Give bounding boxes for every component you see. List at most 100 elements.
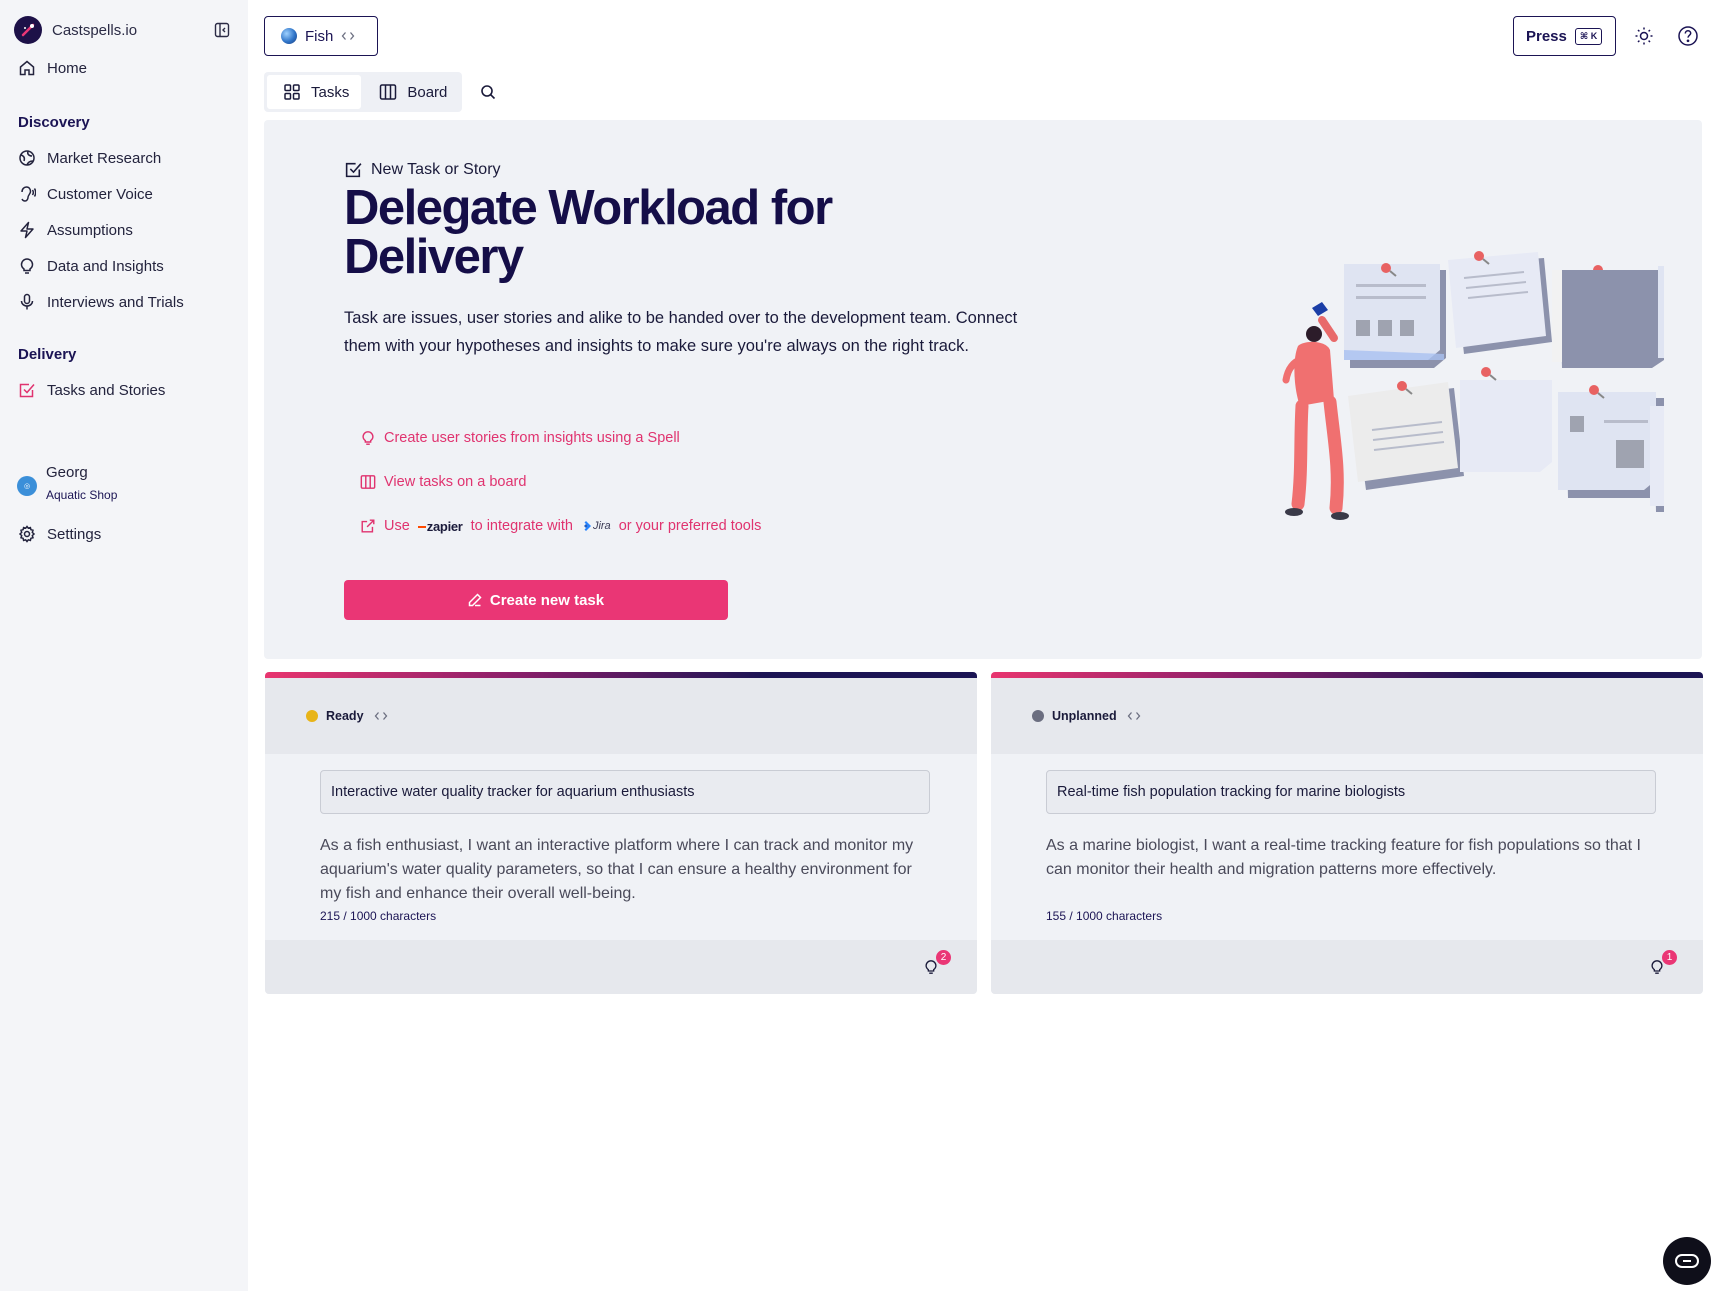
nav-data-insights[interactable]: Data and Insights: [17, 256, 164, 276]
nav-market-research[interactable]: Market Research: [17, 148, 161, 168]
user-organization: Aquatic Shop: [46, 488, 118, 502]
integrations-link[interactable]: Use zapier to integrate with Jira or you…: [360, 518, 761, 534]
project-switcher-button[interactable]: Fish: [264, 16, 378, 56]
hero-eyebrow-label: New Task or Story: [371, 160, 501, 178]
tab-label: Board: [407, 83, 448, 101]
nav-home-label: Home: [47, 59, 88, 77]
nav-home[interactable]: Home: [17, 58, 87, 78]
hero-title: Delegate Workload for Delivery: [344, 181, 833, 284]
lightbulb-icon: [360, 430, 376, 446]
columns-icon: [379, 83, 397, 101]
create-new-task-button[interactable]: Create new task: [344, 580, 728, 620]
status-label: Ready: [326, 709, 364, 723]
chat-widget-icon[interactable]: [1663, 1237, 1711, 1285]
user-name: Georg: [46, 464, 88, 481]
task-title-input[interactable]: Interactive water quality tracker for aq…: [320, 770, 930, 814]
checkbox-icon: [17, 380, 37, 400]
columns-icon: [360, 474, 376, 490]
nav-settings[interactable]: Settings: [17, 524, 101, 544]
avatar: ◎: [17, 476, 37, 496]
hero-description: Task are issues, user stories and alike …: [344, 309, 1018, 355]
nav-label: Market Research: [47, 149, 162, 167]
collapse-sidebar-icon[interactable]: [212, 20, 232, 40]
character-count: 155 / 1000 characters: [1046, 909, 1163, 923]
chevrons-icon: [341, 31, 355, 41]
project-name: Fish: [305, 27, 334, 45]
use-label: Use: [384, 518, 410, 534]
linked-insights-button[interactable]: 2: [923, 950, 951, 980]
nav-interviews-trials[interactable]: Interviews and Trials: [17, 292, 184, 312]
task-description[interactable]: As a fish enthusiast, I want an interact…: [320, 834, 930, 906]
zapier-logo: zapier: [418, 519, 463, 534]
nav-label: Data and Insights: [47, 257, 164, 275]
section-discovery: Discovery: [18, 114, 90, 131]
home-icon: [17, 58, 37, 78]
tab-board[interactable]: Board: [363, 75, 459, 109]
nav-label: Assumptions: [47, 221, 133, 239]
column-header: Unplanned: [991, 678, 1703, 754]
sticky-notes-illustration: [1282, 251, 1664, 520]
gear-icon: [17, 524, 37, 544]
insight-count-badge: 1: [1662, 950, 1677, 965]
jira-logo: Jira: [581, 520, 611, 532]
nav-customer-voice[interactable]: Customer Voice: [17, 184, 153, 204]
task-description[interactable]: As a marine biologist, I want a real-tim…: [1046, 834, 1656, 882]
hero-eyebrow: New Task or Story: [344, 160, 501, 179]
nav-label: Tasks and Stories: [47, 381, 166, 399]
nav-label: Customer Voice: [47, 185, 153, 203]
column-footer: 2: [265, 940, 977, 994]
command-palette-button[interactable]: Press ⌘ K: [1513, 16, 1616, 56]
column-footer: 1: [991, 940, 1703, 994]
sidebar: Castspells.io Home Discovery Market Rese…: [0, 0, 248, 1291]
nav-tasks-stories[interactable]: Tasks and Stories: [17, 380, 165, 400]
search-icon[interactable]: [478, 82, 498, 102]
tab-tasks[interactable]: Tasks: [267, 75, 362, 109]
view-board-link[interactable]: View tasks on a board: [360, 474, 526, 490]
brand-name: Castspells.io: [52, 21, 138, 39]
link-label: View tasks on a board: [384, 474, 527, 490]
status-column-ready: Ready Interactive water quality tracker …: [265, 672, 977, 994]
create-from-insights-link[interactable]: Create user stories from insights using …: [360, 430, 680, 446]
status-label: Unplanned: [1052, 709, 1117, 723]
linked-insights-button[interactable]: 1: [1649, 950, 1677, 980]
character-count: 215 / 1000 characters: [320, 909, 437, 923]
tab-label: Tasks: [311, 83, 350, 101]
pencil-icon: [468, 593, 482, 607]
brand[interactable]: Castspells.io: [14, 16, 137, 44]
task-card[interactable]: Interactive water quality tracker for aq…: [265, 754, 977, 940]
link-label: Create user stories from insights using …: [384, 430, 680, 446]
hero-panel: New Task or Story Delegate Workload for …: [264, 120, 1702, 659]
press-label: Press: [1526, 27, 1567, 45]
jira-label: Jira: [592, 520, 611, 532]
globe-icon: [17, 148, 37, 168]
status-dot: [1032, 710, 1044, 722]
project-globe-icon: [281, 28, 297, 44]
column-header: Ready: [265, 678, 977, 754]
ear-icon: [17, 184, 37, 204]
shortcut-badge: ⌘ K: [1574, 27, 1603, 45]
help-icon[interactable]: [1674, 22, 1702, 50]
tools-label: or your preferred tools: [618, 518, 762, 534]
user-profile[interactable]: ◎ Georg Aquatic Shop: [17, 462, 117, 504]
brand-logo-icon: [14, 16, 42, 44]
nav-settings-label: Settings: [47, 525, 102, 543]
microphone-icon: [17, 292, 37, 312]
status-switch-chevrons-icon[interactable]: [374, 711, 388, 721]
lightbulb-icon: [17, 256, 37, 276]
cta-label: Create new task: [489, 591, 605, 609]
view-tabs: Tasks Board: [264, 72, 462, 112]
insight-count-badge: 2: [936, 950, 951, 965]
status-switch-chevrons-icon[interactable]: [1127, 711, 1141, 721]
integrate-label: to integrate with: [470, 518, 573, 534]
checkbox-icon: [344, 160, 363, 179]
section-delivery: Delivery: [18, 346, 77, 363]
theme-toggle-sun-icon[interactable]: [1630, 22, 1658, 50]
external-link-icon: [360, 518, 376, 534]
task-card[interactable]: Real-time fish population tracking for m…: [991, 754, 1703, 940]
status-dot: [306, 710, 318, 722]
nav-label: Interviews and Trials: [47, 293, 184, 311]
lightning-icon: [17, 220, 37, 240]
grid-icon: [283, 83, 301, 101]
nav-assumptions[interactable]: Assumptions: [17, 220, 133, 240]
task-title-input[interactable]: Real-time fish population tracking for m…: [1046, 770, 1656, 814]
